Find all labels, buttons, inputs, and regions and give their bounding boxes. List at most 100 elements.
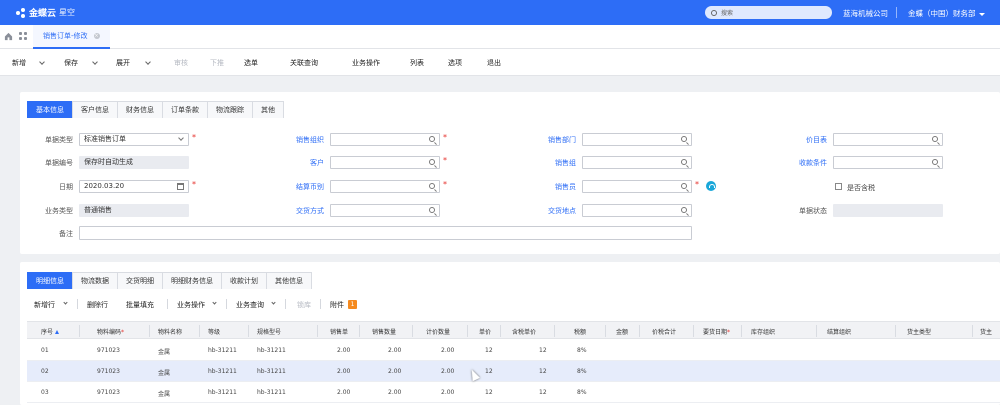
- col-owner-type[interactable]: 货主类型: [907, 327, 931, 336]
- chevron-down-icon: [978, 12, 985, 16]
- delete-row-button[interactable]: 删除行: [87, 300, 108, 310]
- col-material-code[interactable]: 物料编码*: [97, 327, 124, 336]
- salesman-lookup[interactable]: [582, 180, 692, 193]
- new-button[interactable]: 新增: [12, 58, 26, 68]
- tab-other[interactable]: 其他: [252, 101, 284, 118]
- col-amount[interactable]: 金额: [616, 327, 628, 336]
- new-dropdown-chevron-icon[interactable]: [39, 59, 45, 65]
- search-icon[interactable]: [429, 159, 435, 165]
- tab-receipt-plan[interactable]: 收款计划: [221, 272, 267, 289]
- col-total-with-tax[interactable]: 价税合计: [652, 327, 676, 336]
- tab-other-info[interactable]: 其他信息: [266, 272, 312, 289]
- tab-customer-info[interactable]: 客户信息: [72, 101, 118, 118]
- price-list-lookup[interactable]: [833, 133, 943, 146]
- attachment-button[interactable]: 附件: [330, 300, 344, 310]
- save-button[interactable]: 保存: [64, 58, 78, 68]
- business-ops-button[interactable]: 业务操作: [352, 58, 380, 68]
- table-row[interactable]: 02 971023 金属 hb-31211 hb-31211 2.00 2.00…: [27, 361, 1000, 382]
- org-switcher[interactable]: 蓝海机械公司: [843, 8, 888, 19]
- app-logo[interactable]: 金蝶云 星空: [16, 6, 75, 19]
- options-button[interactable]: 选项: [448, 58, 462, 68]
- expand-dropdown-chevron-icon[interactable]: [145, 59, 151, 65]
- date-value: 2020.03.20: [84, 182, 125, 190]
- col-seq[interactable]: 序号: [41, 327, 60, 336]
- bill-type-label: 单据类型: [45, 136, 73, 144]
- col-owner[interactable]: 货主: [980, 327, 992, 336]
- locate-icon[interactable]: [706, 181, 716, 191]
- search-icon[interactable]: [681, 136, 687, 142]
- delivery-method-lookup[interactable]: [330, 204, 440, 217]
- search-icon[interactable]: [932, 159, 938, 165]
- required-mark: *: [695, 180, 699, 189]
- apps-grid-icon[interactable]: [19, 32, 27, 40]
- search-icon[interactable]: [681, 207, 687, 213]
- select-bill-button[interactable]: 选单: [244, 58, 258, 68]
- table-row[interactable]: 01 971023 金属 hb-31211 hb-31211 2.00 2.00…: [27, 340, 1000, 361]
- sale-group-lookup[interactable]: [582, 156, 692, 169]
- col-tax-unit-price[interactable]: 含税单价: [512, 327, 536, 336]
- col-grade[interactable]: 等级: [208, 327, 220, 336]
- divider: [167, 299, 168, 309]
- col-sale-unit[interactable]: 销售单: [330, 327, 348, 336]
- tab-detail-info[interactable]: 明细信息: [27, 272, 73, 289]
- customer-lookup[interactable]: [330, 156, 440, 169]
- date-picker[interactable]: 2020.03.20: [79, 180, 189, 193]
- sale-dept-lookup[interactable]: [582, 133, 692, 146]
- search-icon[interactable]: [681, 159, 687, 165]
- global-search[interactable]: 搜索: [705, 6, 832, 19]
- push-button[interactable]: 下推: [210, 58, 224, 68]
- calendar-icon[interactable]: [177, 183, 184, 190]
- search-icon[interactable]: [681, 183, 687, 189]
- user-org-menu[interactable]: 金蝶（中国）财务部: [908, 8, 985, 19]
- search-icon[interactable]: [932, 136, 938, 142]
- payment-terms-lookup[interactable]: [833, 156, 943, 169]
- search-icon[interactable]: [429, 207, 435, 213]
- col-sale-qty[interactable]: 销售数量: [372, 327, 396, 336]
- add-row-button[interactable]: 新增行: [34, 300, 55, 310]
- tab-detail-finance[interactable]: 明细财务信息: [162, 272, 222, 289]
- tab-delivery-detail[interactable]: 交货明细: [117, 272, 163, 289]
- col-price-qty[interactable]: 计价数量: [426, 327, 450, 336]
- lock-stock-button[interactable]: 锁库: [297, 300, 311, 310]
- tab-sales-order-edit[interactable]: 销售订单-修改 ×: [33, 25, 110, 49]
- divider: [285, 299, 286, 309]
- bill-no-value: 保存时自动生成: [84, 158, 133, 166]
- list-button[interactable]: 列表: [410, 58, 424, 68]
- expand-button[interactable]: 展开: [116, 58, 130, 68]
- tax-included-checkbox[interactable]: [835, 183, 842, 190]
- tab-basic-info[interactable]: 基本信息: [27, 101, 73, 118]
- remark-input[interactable]: [79, 226, 692, 240]
- col-unit-price[interactable]: 单价: [479, 327, 491, 336]
- chevron-down-icon: [178, 135, 184, 141]
- tab-finance-info[interactable]: 财务信息: [117, 101, 163, 118]
- currency-lookup[interactable]: [330, 180, 440, 193]
- col-stock-org[interactable]: 库存组织: [751, 327, 775, 336]
- tab-order-terms[interactable]: 订单条款: [162, 101, 208, 118]
- audit-button[interactable]: 审核: [174, 58, 188, 68]
- save-dropdown-chevron-icon[interactable]: [92, 59, 98, 65]
- detail-biz-query-button[interactable]: 业务查询: [236, 300, 264, 310]
- col-settle-org[interactable]: 结算组织: [827, 327, 851, 336]
- col-request-date[interactable]: 要货日期*: [703, 327, 730, 336]
- bill-type-select[interactable]: 标准销售订单: [79, 133, 189, 146]
- delivery-place-lookup[interactable]: [582, 204, 692, 217]
- table-row[interactable]: 03 971023 金属 hb-31211 hb-31211 2.00 2.00…: [27, 382, 1000, 403]
- divider: [77, 299, 78, 309]
- col-tax-amount[interactable]: 税额: [574, 327, 586, 336]
- search-icon[interactable]: [429, 136, 435, 142]
- batch-fill-button[interactable]: 批量填充: [126, 300, 154, 310]
- col-material-name[interactable]: 物料名称: [158, 327, 182, 336]
- tab-logistics-data[interactable]: 物流数据: [72, 272, 118, 289]
- search-icon[interactable]: [429, 183, 435, 189]
- bill-status-field: [833, 204, 943, 217]
- sale-org-lookup[interactable]: [330, 133, 440, 146]
- detail-biz-ops-button[interactable]: 业务操作: [177, 300, 205, 310]
- col-spec-model[interactable]: 规格型号: [257, 327, 281, 336]
- related-query-button[interactable]: 关联查询: [290, 58, 318, 68]
- close-icon[interactable]: ×: [93, 33, 100, 39]
- exit-button[interactable]: 退出: [487, 58, 501, 68]
- tab-logistics-tracking[interactable]: 物流跟踪: [207, 101, 253, 118]
- divider: [320, 299, 321, 309]
- remark-label: 备注: [59, 230, 73, 238]
- home-icon[interactable]: [4, 32, 13, 41]
